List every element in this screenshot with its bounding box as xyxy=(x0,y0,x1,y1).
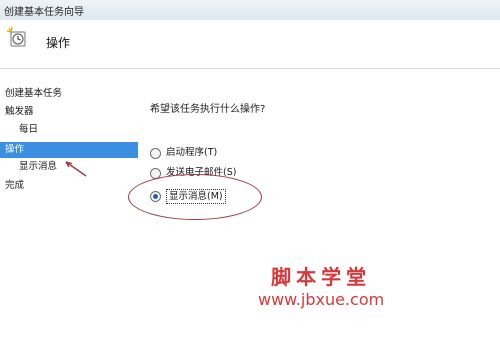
window-title: 创建基本任务向导 xyxy=(4,7,84,18)
radio-start-program[interactable] xyxy=(150,148,161,159)
sidebar-item-daily[interactable]: 每日 xyxy=(0,122,138,138)
sidebar-item-label: 创建基本任务 xyxy=(5,88,63,99)
annotation-arrow xyxy=(65,161,87,177)
sidebar-item-label: 触发器 xyxy=(5,106,34,117)
wizard-header: 操作 xyxy=(0,20,500,69)
watermark: 脚本学堂 www.jbxue.com xyxy=(258,261,384,309)
annotation-ellipse xyxy=(128,174,262,220)
sidebar-item-label: 每日 xyxy=(19,124,39,135)
sidebar-item-label: 操作 xyxy=(5,144,25,155)
task-clock-icon xyxy=(6,26,26,47)
action-question: 希望该任务执行什么操作? xyxy=(150,104,266,115)
sidebar-item-create-basic-task[interactable]: 创建基本任务 xyxy=(0,86,138,102)
sidebar-item-label: 完成 xyxy=(5,180,25,191)
sidebar-item-label: 显示消息 xyxy=(19,161,58,172)
watermark-url: www.jbxue.com xyxy=(258,290,385,309)
watermark-title: 脚本学堂 xyxy=(271,265,372,289)
title-bar: 创建基本任务向导 xyxy=(0,0,500,21)
sidebar-item-trigger[interactable]: 触发器 xyxy=(0,104,138,120)
option-label: 启动程序(T) xyxy=(166,147,218,158)
page-title: 操作 xyxy=(46,36,71,50)
